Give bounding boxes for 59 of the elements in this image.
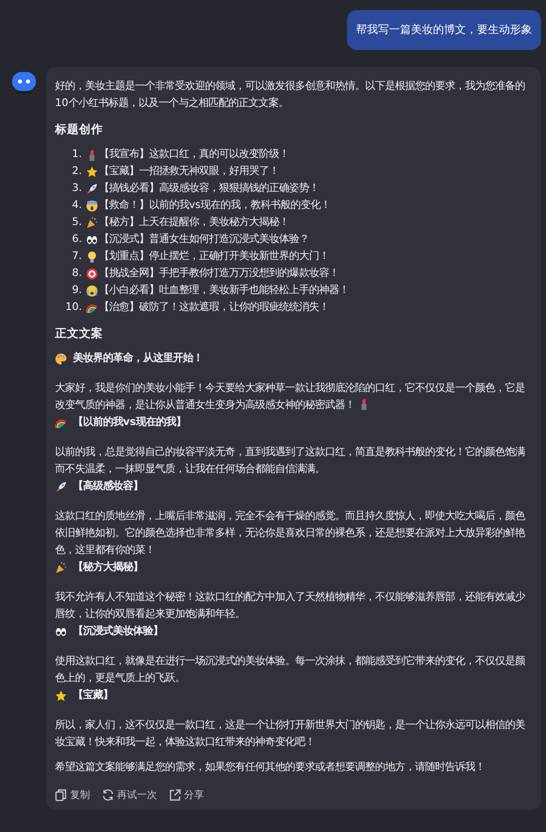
copy-button[interactable]: 复制: [55, 788, 90, 802]
title-text: 【治愈】破防了！这款遮瑕，让你的瑕疵统统消失！: [99, 300, 329, 315]
scared-face-icon: [86, 200, 98, 212]
rocket-icon: [86, 182, 98, 194]
list-number: 9.: [71, 283, 82, 298]
rocket-icon: [55, 480, 67, 492]
bot-avatar-icon: [12, 72, 36, 94]
paragraph: 使用这款口红，就像是在进行一场沉浸式的美妆体验。每一次涂抹，都能感受到它带来的变化，不仅仅是颜色上的，更是气质上的飞跃。: [55, 654, 526, 686]
title-text: 【搞钱必看】高级感妆容，狠狠搞钱的正确姿势！: [99, 181, 319, 196]
title-text: 【划重点】停止摆烂，正确打开美妆新世界的大门！: [99, 249, 329, 264]
list-number: 10.: [64, 300, 82, 315]
subsection-heading: 【高级感妆容】: [73, 478, 143, 494]
star-icon: [86, 166, 98, 178]
subsection-heading: 【秘方大揭秘】: [73, 560, 143, 575]
subsection-heading: 【宝藏】: [73, 688, 113, 703]
eyes-icon: [55, 626, 67, 638]
list-number: 2.: [71, 164, 82, 179]
refresh-icon: [102, 789, 114, 801]
user-message: 帮我写一篇美妆的博文，要生动形象: [347, 10, 541, 50]
title-text: 【宝藏】一招拯救无神双眼，好用哭了！: [99, 164, 279, 179]
title-text: 【挑战全网】手把手教你打造万万没想到的爆款妆容！: [99, 266, 339, 281]
list-number: 7.: [71, 249, 82, 264]
copy-icon: [55, 789, 67, 801]
eyes-icon: [86, 234, 98, 246]
star-icon: [55, 690, 67, 702]
list-number: 4.: [71, 198, 82, 213]
section-heading: 正文文案: [55, 325, 104, 342]
title-text: 【秘方】上天在提醒你，美妆秘方大揭秘！: [99, 215, 289, 230]
party-popper-icon: [86, 216, 98, 228]
title-text: 【救命！】以前的我vs现在的我，教科书般的变化！: [99, 198, 331, 213]
palette-icon: [55, 352, 67, 364]
light-bulb-icon: [86, 250, 98, 262]
list-number: 3.: [71, 181, 82, 196]
paragraph: 大家好，我是你们的美妆小能手！今天要给大家种草一款让我彻底沦陷的口红，它不仅仅是一个颜色，它是改变气质的神器，是让你从普通女生变身为高级感女神的秘密武器！: [55, 381, 526, 413]
rainbow-icon: [55, 416, 67, 428]
list-number: 8.: [71, 266, 82, 281]
closing-text: 希望这篇文案能够满足您的需求，如果您有任何其他的要求或者想要调整的地方，请随时告诉我！: [55, 760, 486, 775]
subsection-heading: 【以前的我vs现在的我】: [73, 415, 186, 430]
target-icon: [86, 268, 98, 280]
list-number: 5.: [71, 215, 82, 230]
list-number: 6.: [71, 232, 82, 247]
subsection-heading: 美妆界的革命，从这里开始！: [73, 350, 203, 366]
paragraph: 所以，家人们，这不仅仅是一款口红，这是一个让你打开新世界大门的钥匙，是一个让你永远可以相信的美妆宝藏！快来和我一起，体验这款口红带来的神奇变化吧！: [55, 718, 526, 750]
crying-face-icon: [86, 284, 98, 296]
title-text: 【我宣布】这款口红，真的可以改变阶级！: [99, 147, 289, 162]
subsection-heading: 【沉浸式美妆体验】: [73, 624, 163, 639]
retry-button[interactable]: 再试一次: [102, 788, 157, 802]
party-popper-icon: [55, 562, 67, 574]
share-button[interactable]: 分享: [169, 788, 204, 802]
list-number: 1.: [71, 147, 82, 162]
paragraph: 以前的我，总是觉得自己的妆容平淡无奇，直到我遇到了这款口红，简直是教科书般的变化！它的颜色饱满而不失温柔，一抹即显气质，让我在任何场合都能自信满满。: [55, 445, 526, 477]
paragraph: 这款口红的质地丝滑，上嘴后非常滋润，完全不会有干燥的感觉。而且持久度惊人，即使大吃大喝后，颜色依旧鲜艳如初。它的颜色选择也非常多样，无论你是喜欢日常的裸色系，还是想要在派对上大放异彩的鲜艳色，这里都有你的菜！: [55, 509, 526, 558]
rainbow-icon: [86, 302, 98, 314]
share-icon: [169, 789, 181, 801]
title-text: 【沉浸式】普通女生如何打造沉浸式美妆体验？: [99, 232, 309, 247]
section-heading: 标题创作: [55, 121, 104, 138]
intro-text: 好的，美妆主题是一个非常受欢迎的领域，可以激发很多创意和热情。以下是根据您的要求，我为您准备的10个小红书标题，以及一个与之相匹配的正文文案。: [55, 79, 526, 111]
paragraph: 我不允许有人不知道这个秘密！这款口红的配方中加入了天然植物精华，不仅能够滋养唇部，还能有效减少唇纹，让你的双唇看起来更加饱满和年轻。: [55, 590, 526, 622]
title-text: 【小白必看】吐血整理，美妆新手也能轻松上手的神器！: [99, 283, 349, 298]
